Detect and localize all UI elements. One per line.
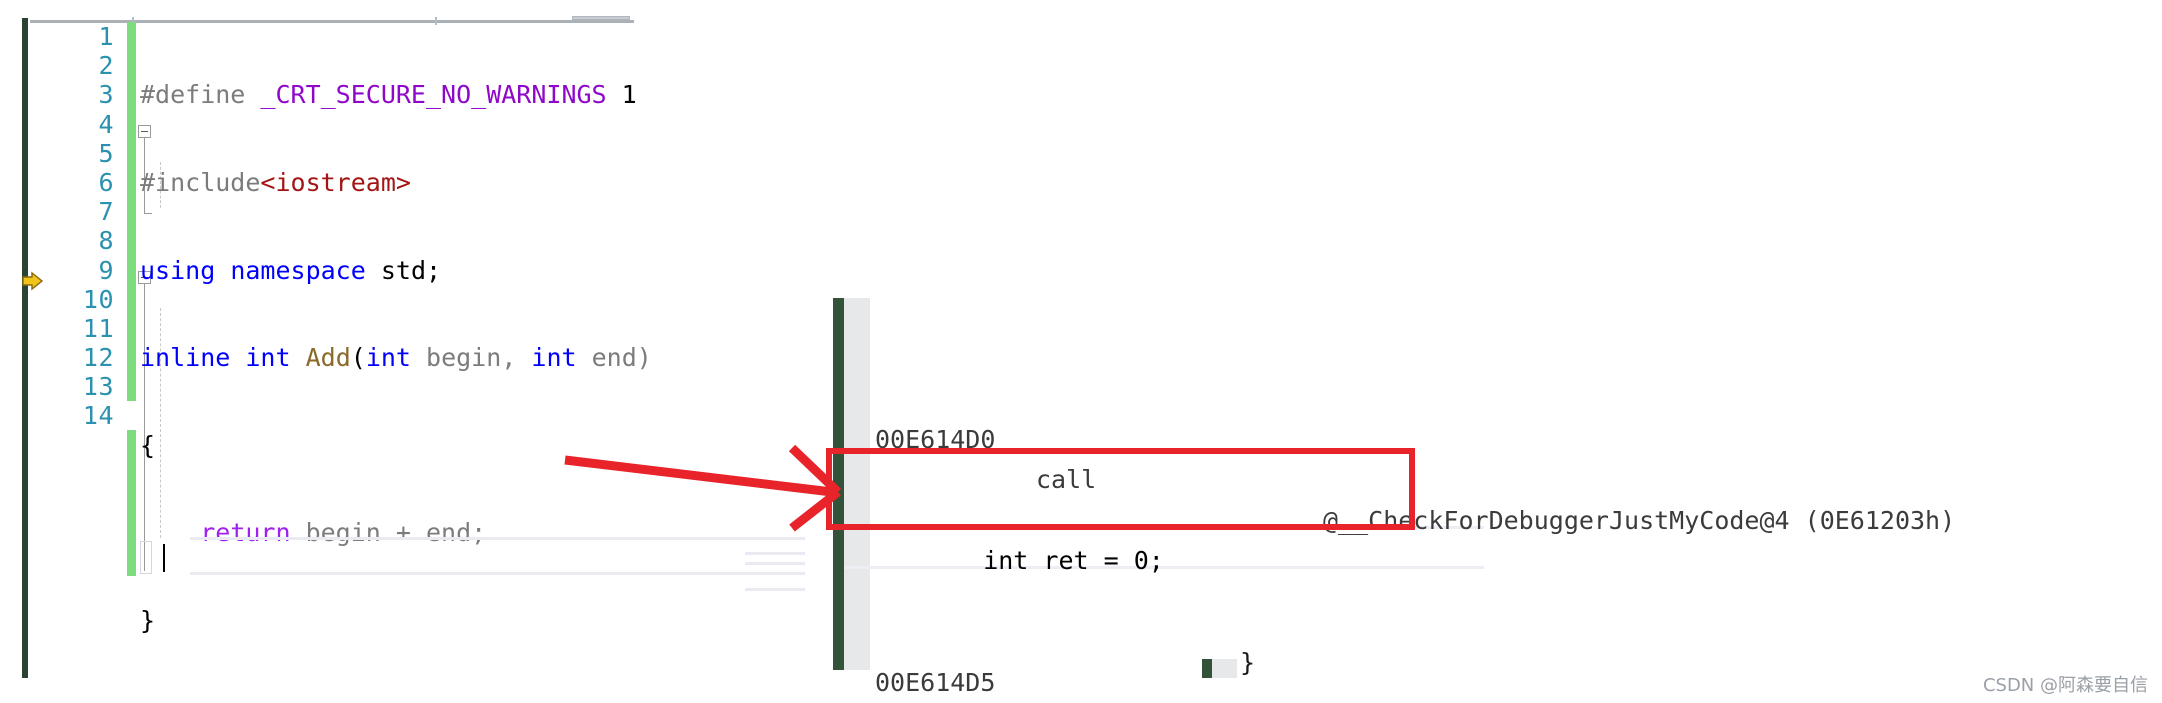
line-number: 10 (82, 284, 114, 314)
token-namespace: namespace (230, 255, 366, 285)
instruction-address: 00E614D0 (875, 424, 996, 454)
separator-rule (190, 537, 805, 540)
line-number: 9 (98, 255, 114, 285)
separator-rule (745, 588, 805, 591)
instruction-mnemonic: call (1036, 465, 1097, 494)
separator-rule (745, 562, 805, 565)
source-line-text: int ret = 0; (923, 546, 1164, 575)
disassembly-pane[interactable]: 00E614D0 call @__CheckForDebuggerJustMyC… (833, 298, 2162, 697)
token-macro-name: _CRT_SECURE_NO_WARNINGS (260, 80, 607, 110)
disassembly-source-row[interactable]: int ret = 0; (833, 501, 1164, 575)
line-number: 5 (98, 138, 114, 168)
current-line-box (140, 541, 152, 574)
token-using: using (140, 255, 216, 285)
text-caret (163, 544, 165, 572)
code-line-2[interactable]: #include<iostream> (140, 168, 652, 197)
editor-left-accent-strip (22, 18, 28, 678)
token-brace: } (140, 605, 156, 635)
line-number: 1 (98, 22, 114, 51)
token-function-add: Add (305, 343, 351, 373)
line-number: 6 (98, 167, 114, 197)
token-int: int (365, 343, 411, 373)
token-int: int (531, 343, 577, 373)
code-editor-pane[interactable]: 1 2 3 4 5 6 7 8 9 10 11 12 13 14 #define… (0, 0, 880, 703)
line-number: 3 (98, 80, 114, 110)
code-line-5[interactable]: { (140, 431, 652, 460)
line-number: 8 (98, 226, 114, 256)
bottom-marker-accent (1202, 659, 1212, 678)
token-define: #define (140, 80, 246, 110)
line-number: 7 (98, 197, 114, 227)
token-expression: begin + end; (290, 518, 487, 548)
token-brace: { (140, 430, 156, 460)
bottom-marker-glyph: } (1240, 648, 1256, 677)
instruction-address: 00E614D5 (875, 667, 996, 697)
token-inline: inline (140, 343, 231, 373)
line-number: 2 (98, 51, 114, 81)
csdn-watermark: CSDN @阿森要自信 (1982, 675, 2148, 696)
disassembly-row[interactable]: 00E614D5 mov dword ptr [ret],0 (833, 622, 995, 697)
code-line-7[interactable]: } (140, 606, 652, 635)
line-number: 11 (82, 313, 114, 343)
token-return: return (200, 518, 291, 548)
separator-rule (745, 552, 805, 555)
change-indicator-bar (127, 430, 136, 576)
disassembly-row[interactable]: 00E614D0 call @__CheckForDebuggerJustMyC… (833, 379, 1955, 535)
code-line-4[interactable]: inline int Add(int begin, int end) (140, 343, 652, 372)
token-param-end: end) (576, 343, 652, 373)
line-number: 13 (82, 372, 114, 402)
screenshot-root: 1 2 3 4 5 6 7 8 9 10 11 12 13 14 #define… (0, 0, 2162, 703)
token-macro-value: 1 (621, 80, 637, 110)
line-number: 4 (98, 109, 114, 139)
disassembly-listing[interactable]: 00E614D0 call @__CheckForDebuggerJustMyC… (833, 298, 1955, 703)
bottom-marker-gutter (1212, 659, 1237, 678)
line-number: 14 (82, 401, 114, 431)
separator-rule (190, 572, 805, 575)
line-number: 12 (82, 343, 114, 373)
token-paren-open: ( (350, 343, 366, 373)
code-line-8[interactable] (140, 694, 652, 703)
token-include: #include (140, 168, 261, 197)
instruction-operands: @__CheckForDebuggerJustMyCode@4 (0E61203… (1323, 505, 1956, 535)
change-indicator-bar (127, 22, 136, 401)
editor-scrollbar-thumb[interactable] (572, 16, 630, 20)
code-line-6[interactable]: return begin + end; (140, 518, 652, 547)
token-param-begin: begin, (410, 343, 532, 373)
line-number-gutter: 1 2 3 4 5 6 7 8 9 10 11 12 13 14 (36, 22, 114, 431)
token-std: std (380, 255, 427, 285)
token-int: int (245, 343, 291, 373)
token-header: <iostream> (260, 168, 411, 197)
code-line-1[interactable]: #define _CRT_SECURE_NO_WARNINGS 1 (140, 80, 652, 109)
token-semicolon: ; (426, 255, 442, 285)
code-text[interactable]: #define _CRT_SECURE_NO_WARNINGS 1 #inclu… (140, 22, 652, 703)
code-line-3[interactable]: using namespace std; (140, 256, 652, 285)
